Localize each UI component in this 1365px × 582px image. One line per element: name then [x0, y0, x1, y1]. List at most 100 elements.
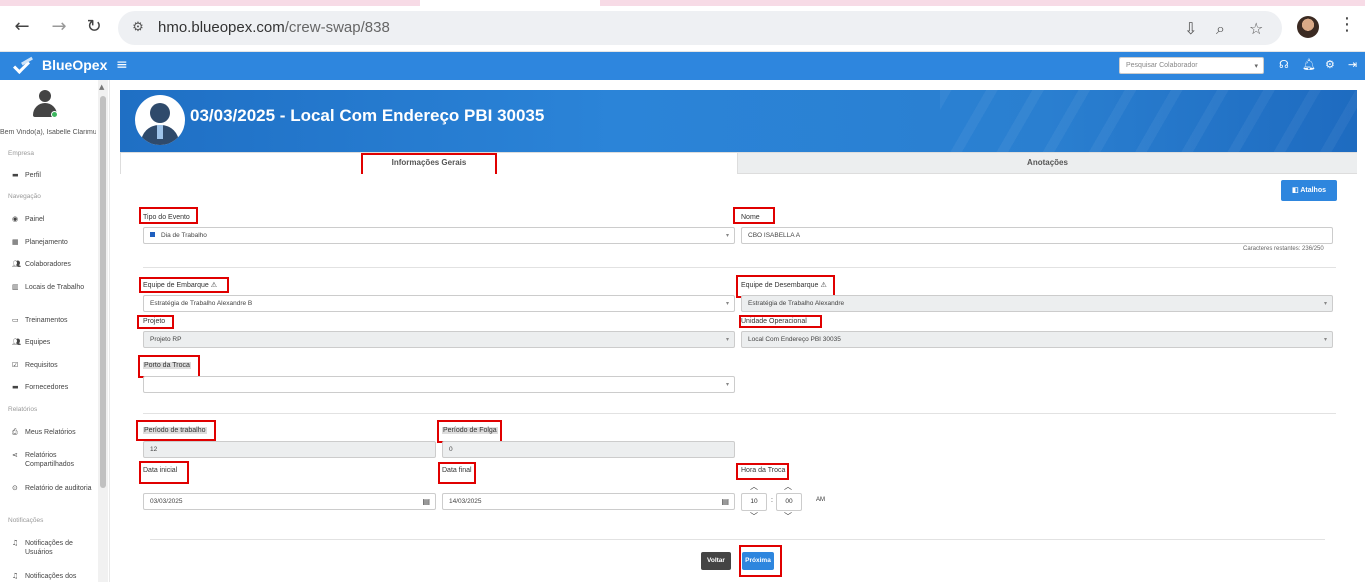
crew-avatar	[135, 95, 185, 145]
scroll-up-arrow-icon[interactable]: ▲	[99, 83, 104, 91]
sidebar-item-requisitos[interactable]: ☑ Requisitos	[12, 361, 92, 370]
section-empresa: Empresa	[8, 150, 35, 157]
address-bar[interactable]: ⚙ hmo.blueopex.com/crew-swap/838 ⇩ ⌕ ☆	[118, 11, 1282, 45]
audit-icon: ⊙	[12, 484, 18, 492]
collaborator-search-select[interactable]: Pesquisar Colaborador ▾	[1119, 57, 1264, 74]
section-notificacoes: Notificações	[8, 517, 44, 524]
equipe-desembarque-value: Estratégia de Trabalho Alexandre	[748, 300, 845, 307]
highlight-box	[739, 545, 782, 577]
sidebar-item-relatorio-auditoria[interactable]: ⊙ Relatório de auditoria	[12, 484, 92, 493]
sidebar-item-label: Meus Relatórios	[25, 429, 76, 436]
sidebar-item-colaboradores[interactable]: 👥︎ Colaboradores	[12, 260, 92, 269]
sidebar-item-label: Relatórios Compartilhados	[25, 452, 75, 468]
sidebar-item-label: Notificações dos	[25, 573, 77, 580]
calendar-icon[interactable]: ▤	[422, 494, 430, 509]
site-settings-icon[interactable]: ⚙	[130, 20, 146, 36]
equipe-embarque-value: Estratégia de Trabalho Alexandre B	[150, 300, 253, 307]
minute-input[interactable]: 00	[776, 493, 802, 511]
periodo-folga-input[interactable]: 0	[442, 441, 735, 458]
projeto-select[interactable]: Projeto RP ▾	[143, 331, 735, 348]
ampm-label[interactable]: AM	[816, 497, 825, 503]
data-final-input[interactable]: 14/03/2025 ▤	[442, 493, 735, 510]
sidebar-item-planejamento[interactable]: ▦ Planejamento	[12, 238, 92, 247]
profile-avatar[interactable]	[1297, 16, 1319, 38]
hour-up-chevron-icon[interactable]: ︿	[750, 481, 758, 492]
highlight-box	[139, 277, 229, 293]
equipe-embarque-select[interactable]: Estratégia de Trabalho Alexandre B ▾	[143, 295, 735, 312]
sidebar-item-label: Notificações de Usuários	[25, 540, 73, 556]
gear-icon[interactable]: ⚙	[1325, 58, 1335, 71]
logout-icon[interactable]: ⇥	[1348, 58, 1357, 71]
zoom-icon[interactable]: ⌕	[1216, 19, 1225, 39]
highlight-box	[139, 461, 189, 484]
browser-menu-icon[interactable]: ⋮	[1338, 14, 1356, 35]
url-host: hmo.blueopex.com	[158, 19, 285, 36]
chevron-down-icon: ▾	[725, 381, 729, 388]
sidebar-item-notificacoes-usuarios[interactable]: ♫ Notificações de Usuários	[12, 539, 92, 557]
hour-down-chevron-icon[interactable]: ﹀	[750, 511, 758, 522]
periodo-trabalho-input[interactable]: 12	[143, 441, 436, 458]
tipo-evento-select[interactable]: Dia de Trabalho ▾	[143, 227, 735, 244]
chars-remaining: Caracteres restantes: 236/250	[1243, 246, 1324, 252]
page-title: 03/03/2025 - Local Com Endereço PBI 3003…	[190, 106, 545, 125]
reload-icon[interactable]: ↻	[83, 16, 105, 38]
back-arrow-icon[interactable]: ←	[11, 16, 33, 38]
minute-up-chevron-icon[interactable]: ︿	[784, 481, 792, 492]
sidebar-item-treinamentos[interactable]: ▭ Treinamentos	[12, 316, 92, 325]
bell-icon[interactable]: 🔔︎	[1302, 58, 1316, 71]
footer-divider	[150, 539, 1325, 540]
sidebar-item-label: Treinamentos	[25, 317, 68, 324]
highlight-box	[736, 463, 789, 480]
user-avatar	[32, 90, 58, 120]
calendar-icon[interactable]: ▤	[721, 494, 729, 509]
data-inicial-input[interactable]: 03/03/2025 ▤	[143, 493, 436, 510]
hour-input[interactable]: 10	[741, 493, 767, 511]
tab-anotacoes[interactable]: Anotações	[738, 152, 1357, 174]
atalhos-button[interactable]: ◧ Atalhos	[1281, 180, 1337, 201]
sidebar-item-locais[interactable]: ▥ Locais de Trabalho	[12, 283, 92, 292]
sidebar-item-notificacoes-dos[interactable]: ♫ Notificações dos	[12, 572, 92, 581]
porto-troca-select[interactable]: ▾	[143, 376, 735, 393]
sidebar-item-label: Painel	[25, 216, 45, 223]
support-icon[interactable]: ☊	[1279, 58, 1289, 71]
sidebar-item-painel[interactable]: ◉ Painel	[12, 215, 92, 224]
bookmark-star-icon[interactable]: ☆	[1249, 19, 1263, 38]
forward-arrow-icon[interactable]: →	[48, 16, 70, 38]
highlight-box	[437, 420, 502, 443]
nome-value: CBO ISABELLA A	[748, 232, 801, 239]
minute-down-chevron-icon[interactable]: ﹀	[784, 511, 792, 522]
browser-toolbar: ← → ↻ ⚙ hmo.blueopex.com/crew-swap/838 ⇩…	[0, 0, 1365, 52]
nome-input[interactable]: CBO ISABELLA A	[741, 227, 1333, 244]
sidebar-item-label: Perfil	[25, 172, 41, 179]
checkbox-icon: ☑	[12, 361, 19, 369]
sidebar-item-perfil[interactable]: ▬ Perfil	[12, 171, 92, 180]
unidade-operacional-select[interactable]: Local Com Endereço PBI 30035 ▾	[741, 331, 1333, 348]
voltar-button[interactable]: Voltar	[701, 552, 731, 570]
sidebar-item-label: Requisitos	[25, 362, 58, 369]
sidebar-item-relatorios-compartilhados[interactable]: ⋖ Relatórios Compartilhados	[12, 451, 92, 469]
dashboard-icon: ◉	[12, 215, 19, 223]
sidebar-item-fornecedores[interactable]: ▬ Fornecedores	[12, 383, 92, 392]
install-app-icon[interactable]: ⇩	[1184, 19, 1197, 38]
chevron-down-icon: ▾	[1323, 336, 1327, 343]
event-color-swatch	[150, 232, 155, 237]
section-navegacao: Navegação	[8, 193, 41, 200]
section-divider	[143, 413, 1336, 414]
equipe-desembarque-select[interactable]: Estratégia de Trabalho Alexandre ▾	[741, 295, 1333, 312]
projeto-value: Projeto RP	[150, 336, 182, 343]
sidebar-item-label: Locais de Trabalho	[25, 284, 85, 291]
tab-bar: Informações Gerais Anotações	[120, 152, 1357, 174]
bell-icon: ♫	[12, 572, 19, 580]
sidebar: Bem Vindo(a), Isabelle Clarimun Empresa …	[0, 80, 110, 582]
sidebar-item-meus-relatorios[interactable]: ⎙ Meus Relatórios	[12, 428, 92, 437]
url-text[interactable]: hmo.blueopex.com/crew-swap/838	[158, 19, 390, 36]
sidebar-item-equipes[interactable]: 👥︎ Equipes	[12, 338, 92, 347]
periodo-trabalho-value: 12	[150, 446, 158, 453]
sidebar-scroll-thumb[interactable]	[100, 96, 106, 488]
sidebar-item-label: Relatório de auditoria	[25, 485, 92, 492]
periodo-folga-value: 0	[449, 446, 453, 453]
brand-logo[interactable]: BlueOpex	[14, 57, 107, 73]
highlight-box	[438, 462, 476, 484]
menu-toggle-icon[interactable]: ≡	[116, 57, 128, 73]
tab-strip-accent	[0, 0, 420, 6]
